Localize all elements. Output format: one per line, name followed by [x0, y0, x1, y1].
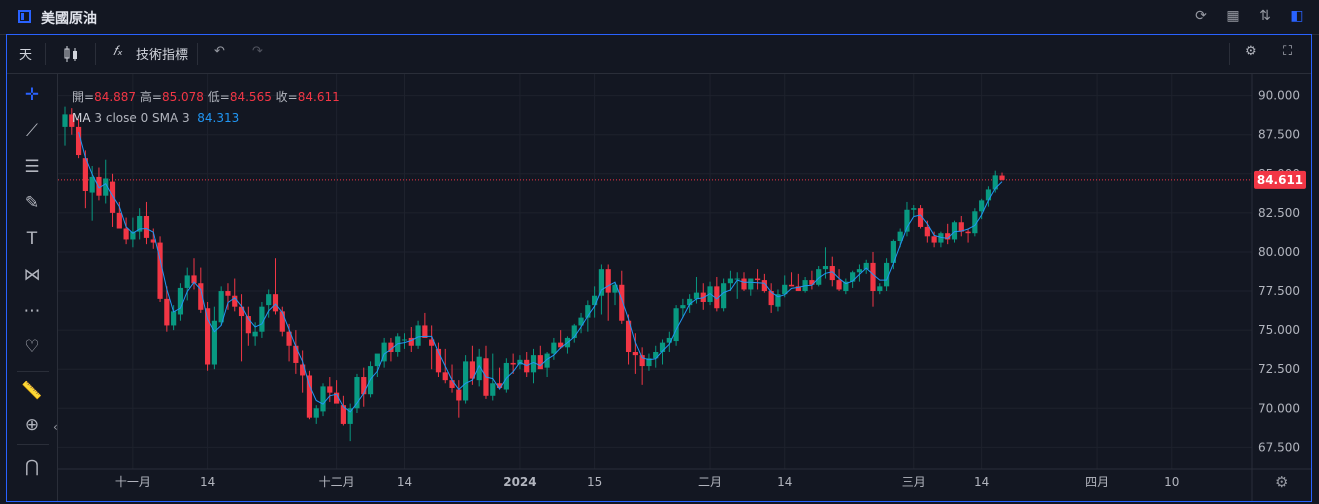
drawing-toolbar: ✛ ⟋ ☰ ✎ T ⋈ ⋯ ♡ 📏 ⊕ ⋂	[7, 74, 58, 501]
scale-settings-icon[interactable]: ⚙	[1275, 473, 1288, 491]
brush-icon[interactable]: ✎	[21, 192, 43, 214]
trendline-icon[interactable]: ⟋	[21, 120, 43, 142]
chart-toolbar: 天 𝑓ₓ 技術指標 ↶ ↷ ⚙ ⛶	[7, 35, 1311, 74]
ohlc-legend: 開=84.887 高=85.078 低=84.565 收=84.611	[72, 88, 340, 105]
collapse-chevron-icon[interactable]: ‹	[53, 420, 58, 434]
fullscreen-icon[interactable]: ⛶	[1283, 44, 1292, 59]
ma-params: 3 close 0 SMA 3	[94, 111, 190, 125]
interval-button[interactable]: 天	[19, 44, 32, 63]
pattern-icon[interactable]: ⋈	[21, 264, 43, 286]
fx-icon[interactable]: 𝑓ₓ	[113, 44, 123, 59]
panel-toggle-icon[interactable]	[18, 10, 31, 23]
heart-icon[interactable]: ♡	[21, 336, 43, 358]
zoom-icon[interactable]: ⊕	[21, 414, 43, 436]
low-value: 84.565	[229, 90, 272, 104]
redo-icon[interactable]: ↷	[252, 44, 263, 59]
low-label: 低=	[207, 90, 230, 104]
forecast-icon[interactable]: ⋯	[21, 300, 43, 322]
high-label: 高=	[139, 90, 162, 104]
close-label: 收=	[275, 90, 298, 104]
window-titlebar: 美國原油 ⟳ ▦ ⇅ ◧	[0, 0, 1319, 35]
text-icon[interactable]: T	[21, 228, 43, 250]
window-title: 美國原油	[41, 11, 97, 27]
ruler-icon[interactable]: 📏	[21, 380, 43, 402]
undo-icon[interactable]: ↶	[214, 44, 225, 59]
settings-gear-icon[interactable]: ⚙	[1245, 44, 1257, 59]
grid-layout-icon[interactable]: ▦	[1225, 8, 1241, 24]
ma-name: MA	[72, 111, 91, 125]
candles-icon[interactable]	[62, 45, 80, 63]
ma-legend[interactable]: MA 3 close 0 SMA 3 84.313	[72, 111, 239, 125]
sort-icon[interactable]: ⇅	[1257, 8, 1273, 24]
indicators-button[interactable]: 技術指標	[136, 44, 188, 63]
refresh-icon[interactable]: ⟳	[1193, 8, 1209, 24]
crosshair-icon[interactable]: ✛	[21, 84, 43, 106]
high-value: 85.078	[161, 90, 204, 104]
magnet-icon[interactable]: ⋂	[21, 456, 43, 478]
close-value: 84.611	[297, 90, 340, 104]
ma-value: 84.313	[197, 111, 240, 125]
open-label: 開=	[72, 90, 95, 104]
panel-right-icon[interactable]: ◧	[1289, 8, 1305, 24]
open-value: 84.887	[94, 90, 137, 104]
fib-icon[interactable]: ☰	[21, 156, 43, 178]
